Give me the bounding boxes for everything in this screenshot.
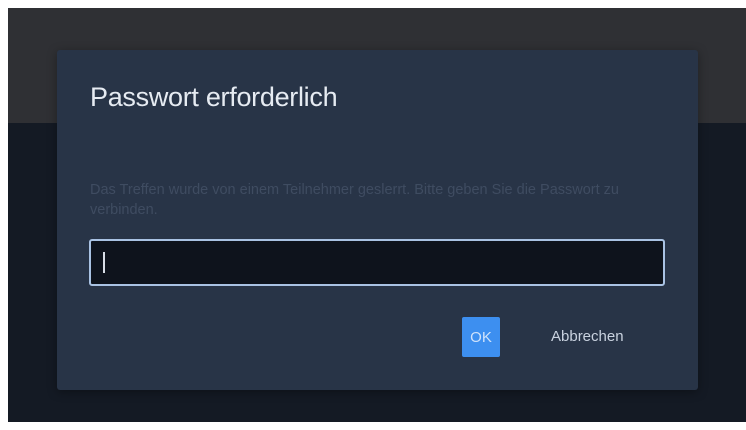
dialog-message: Das Treffen wurde von einem Teilnehmer g… bbox=[90, 182, 619, 218]
ok-button[interactable]: OK bbox=[462, 317, 500, 357]
cancel-button[interactable]: Abbrechen bbox=[551, 317, 624, 357]
dialog-title: Passwort erforderlich bbox=[90, 82, 338, 112]
password-dialog: Passwort erforderlich Das Treffen wurde … bbox=[57, 50, 698, 390]
text-cursor bbox=[103, 252, 105, 273]
app-window: Passwort erforderlich Das Treffen wurde … bbox=[8, 8, 746, 422]
password-input[interactable] bbox=[89, 239, 665, 286]
